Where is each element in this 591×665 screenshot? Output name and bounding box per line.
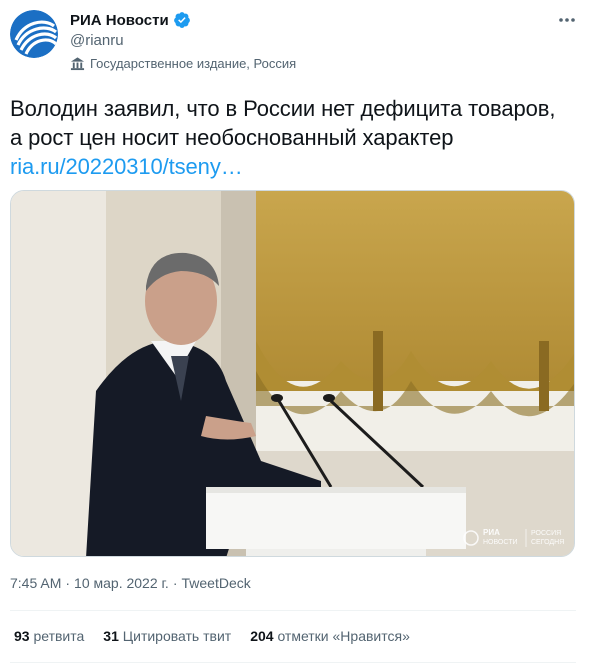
retweets-count: 93 [14, 628, 30, 644]
meta-separator: · [172, 575, 178, 591]
watermark-segodnya: СЕГОДНЯ [531, 539, 564, 546]
tweet-link[interactable]: ria.ru/20220310/tseny… [10, 154, 243, 179]
state-media-label[interactable]: Государственное издание, Россия [70, 56, 296, 71]
engagement-stats: 93 ретвита 31 Цитировать твит 204 отметк… [14, 628, 410, 644]
watermark-novosti: НОВОСТИ [483, 539, 518, 546]
retweets-stat[interactable]: 93 ретвита [14, 628, 84, 644]
likes-label: отметки «Нравится» [277, 628, 410, 644]
verified-badge-icon [173, 12, 190, 28]
watermark-ria: РИА [483, 528, 500, 537]
tweet-date[interactable]: 10 мар. 2022 г. [74, 575, 169, 591]
more-dots-icon [559, 18, 575, 22]
state-media-icon [70, 57, 85, 71]
retweets-label: ретвита [33, 628, 85, 644]
photo-image: РИА НОВОСТИ РОССИЯ СЕГОДНЯ [11, 191, 574, 556]
tweet: РИА Новости @rianru Государственное изда… [0, 0, 591, 665]
tweet-source[interactable]: TweetDeck [181, 575, 250, 591]
tweet-meta: 7:45 AM · 10 мар. 2022 г. · TweetDeck [10, 575, 251, 591]
tweet-text-line-1: Володин заявил, что в России нет дефицит… [10, 96, 556, 121]
tweet-text-line-2: а рост цен носит необоснованный характер [10, 125, 454, 150]
divider [10, 610, 576, 611]
likes-count: 204 [250, 628, 274, 644]
author-name[interactable]: РИА Новости [70, 11, 191, 29]
tweet-text: Володин заявил, что в России нет дефицит… [10, 94, 585, 181]
quotes-label: Цитировать твит [122, 628, 232, 644]
ria-logo-icon [10, 10, 58, 58]
divider [10, 662, 576, 663]
likes-stat[interactable]: 204 отметки «Нравится» [250, 628, 410, 644]
state-media-label-text: Государственное издание, Россия [90, 56, 297, 71]
tweet-time[interactable]: 7:45 AM [10, 575, 61, 591]
more-options-button[interactable] [555, 8, 579, 32]
author-name-text: РИА Новости [70, 11, 169, 29]
avatar[interactable] [10, 10, 58, 58]
quotes-stat[interactable]: 31 Цитировать твит [103, 628, 231, 644]
quotes-count: 31 [103, 628, 119, 644]
tweet-photo[interactable]: РИА НОВОСТИ РОССИЯ СЕГОДНЯ [10, 190, 575, 557]
watermark-rossiya: РОССИЯ [531, 530, 561, 537]
meta-separator: · [65, 575, 71, 591]
author-handle[interactable]: @rianru [70, 32, 124, 49]
